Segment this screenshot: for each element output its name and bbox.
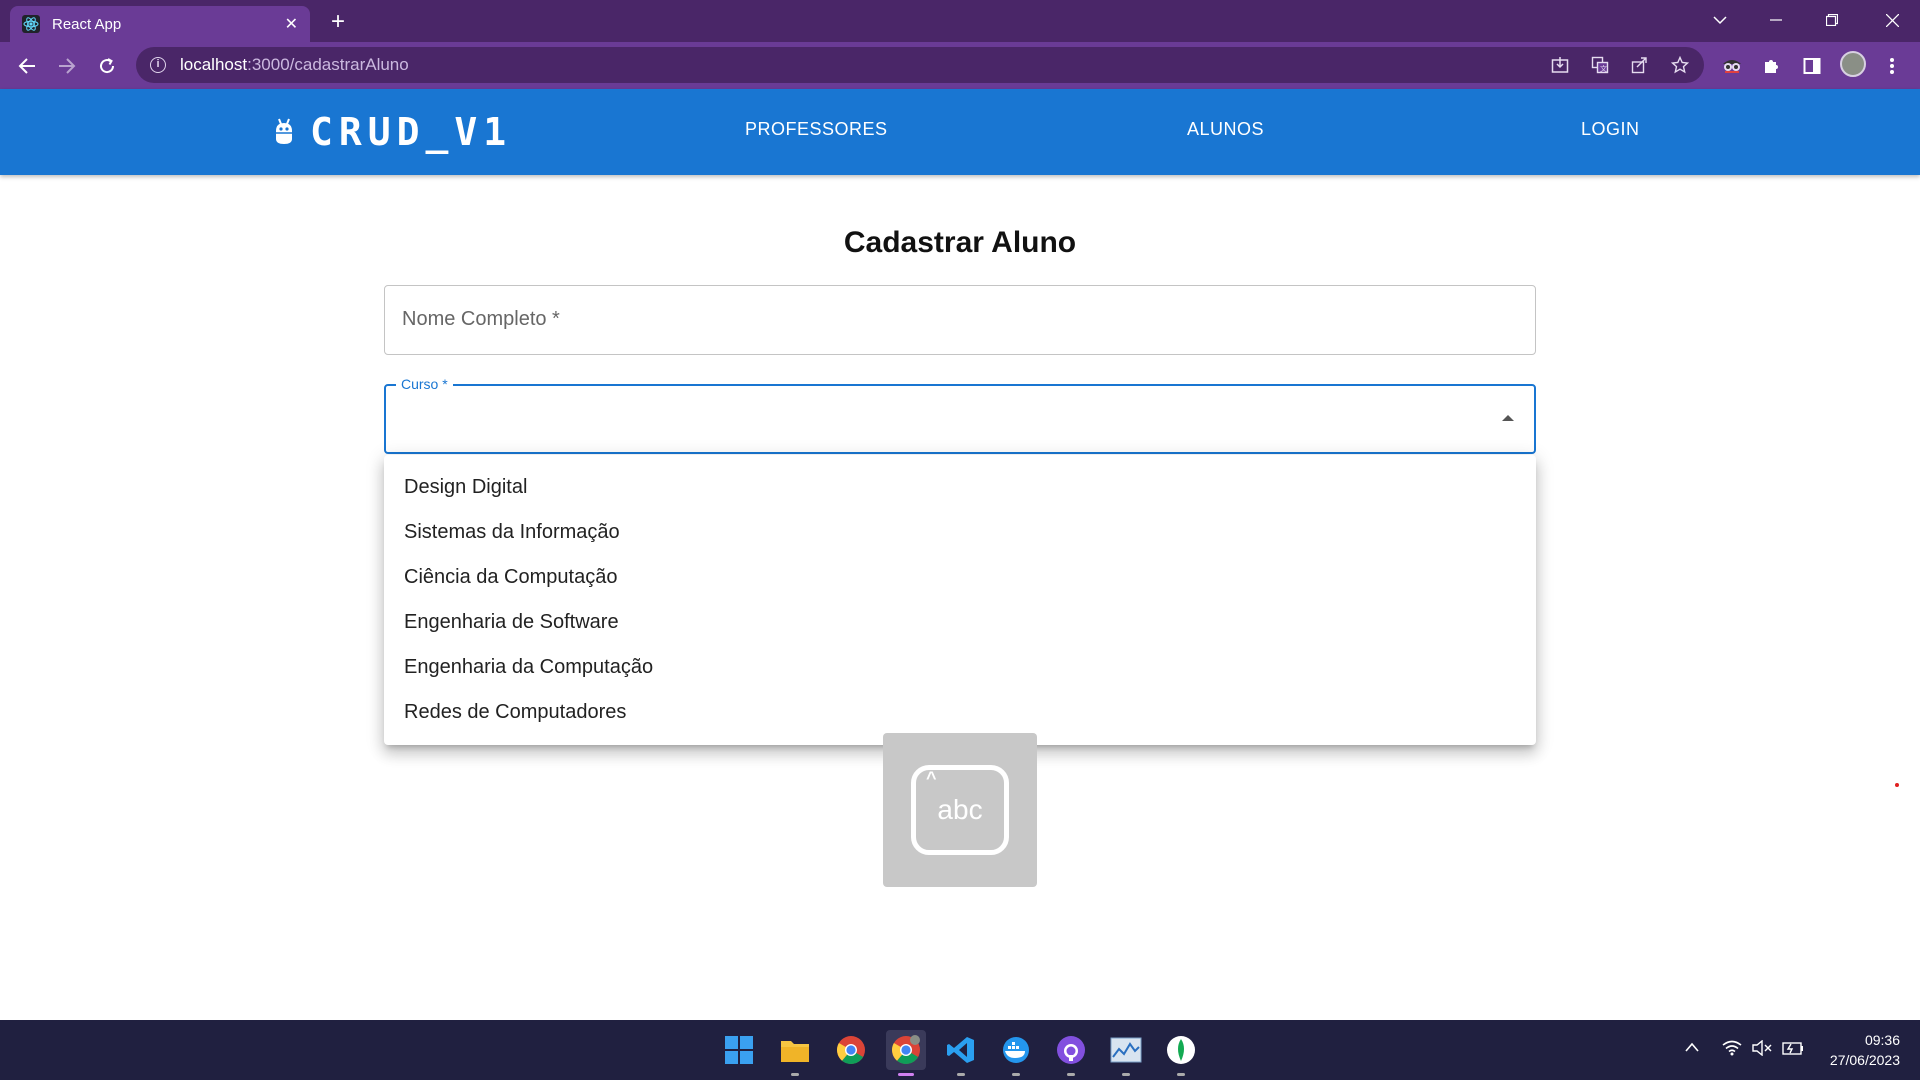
running-indicator bbox=[1067, 1073, 1075, 1076]
tray-expand-icon[interactable] bbox=[1684, 1040, 1700, 1058]
profile-avatar[interactable] bbox=[1840, 51, 1866, 77]
adb-icon bbox=[272, 117, 296, 147]
nav-alunos[interactable]: ALUNOS bbox=[1187, 119, 1264, 140]
extension-spy-icon[interactable] bbox=[1717, 51, 1747, 81]
docker-icon[interactable] bbox=[996, 1030, 1036, 1076]
new-tab-button[interactable]: + bbox=[324, 8, 352, 36]
nome-completo-input[interactable]: Nome Completo * bbox=[384, 285, 1536, 355]
keyboard-key-icon: ^ abc bbox=[911, 765, 1009, 855]
clock-time: 09:36 bbox=[1864, 1032, 1900, 1048]
menu-item[interactable]: Engenharia de Software bbox=[384, 600, 1536, 645]
translate-icon[interactable]: 文 bbox=[1586, 51, 1614, 79]
browser-tab[interactable]: React App ✕ bbox=[10, 6, 310, 42]
nav-professores[interactable]: PROFESSORES bbox=[745, 119, 888, 140]
menu-item[interactable]: Ciência da Computação bbox=[384, 555, 1536, 600]
resource-monitor-icon[interactable] bbox=[1106, 1030, 1146, 1076]
tab-search-icon[interactable] bbox=[1692, 0, 1748, 40]
install-icon[interactable] bbox=[1546, 51, 1574, 79]
curso-options-menu: Design Digital Sistemas da Informação Ci… bbox=[384, 455, 1536, 745]
vscode-icon[interactable] bbox=[941, 1030, 981, 1076]
caret-icon: ^ bbox=[926, 768, 937, 788]
bookmark-star-icon[interactable] bbox=[1666, 51, 1694, 79]
brand-name: CRUD_V1 bbox=[310, 110, 513, 154]
running-indicator bbox=[1122, 1073, 1130, 1076]
side-panel-icon[interactable] bbox=[1797, 51, 1827, 81]
nome-completo-placeholder: Nome Completo * bbox=[402, 308, 560, 330]
nav-login[interactable]: LOGIN bbox=[1581, 119, 1640, 140]
volume-muted-icon[interactable] bbox=[1752, 1039, 1772, 1061]
clock-date: 27/06/2023 bbox=[1829, 1052, 1900, 1068]
browser-tab-bar: React App ✕ + bbox=[0, 0, 1920, 42]
brand[interactable]: CRUD_V1 bbox=[272, 109, 512, 155]
app-header: CRUD_V1 PROFESSORES ALUNOS LOGIN bbox=[0, 89, 1920, 175]
url-host: localhost bbox=[180, 55, 248, 74]
url-path: :3000/cadastrarAluno bbox=[247, 55, 409, 74]
curso-label: Curso * bbox=[396, 376, 453, 392]
svg-text:文: 文 bbox=[1600, 64, 1607, 73]
close-window-icon[interactable] bbox=[1864, 0, 1920, 40]
site-info-icon[interactable]: i bbox=[150, 57, 166, 73]
ime-label: abc bbox=[937, 794, 983, 825]
tab-close-icon[interactable]: ✕ bbox=[285, 14, 298, 34]
file-explorer-icon[interactable] bbox=[775, 1030, 815, 1076]
minimize-icon[interactable] bbox=[1748, 0, 1804, 40]
menu-item[interactable]: Design Digital bbox=[384, 465, 1536, 510]
extensions-puzzle-icon[interactable] bbox=[1757, 51, 1787, 81]
menu-item[interactable]: Sistemas da Informação bbox=[384, 510, 1536, 555]
github-desktop-icon[interactable] bbox=[1051, 1030, 1091, 1076]
page-title: Cadastrar Aluno bbox=[843, 226, 1077, 259]
forward-icon[interactable] bbox=[51, 50, 83, 82]
running-indicator bbox=[1012, 1073, 1020, 1076]
chrome-icon[interactable] bbox=[831, 1030, 871, 1070]
running-indicator bbox=[1177, 1073, 1185, 1076]
more-menu-icon[interactable] bbox=[1877, 51, 1907, 81]
red-dot bbox=[1895, 783, 1899, 787]
reload-icon[interactable] bbox=[91, 50, 123, 82]
windows-start-icon[interactable] bbox=[719, 1030, 759, 1070]
system-clock[interactable]: 09:36 27/06/2023 bbox=[1830, 1030, 1900, 1070]
curso-select[interactable]: Curso * bbox=[384, 376, 1536, 454]
wifi-icon[interactable] bbox=[1722, 1040, 1742, 1061]
running-indicator bbox=[791, 1073, 799, 1076]
share-icon[interactable] bbox=[1626, 51, 1654, 79]
browser-toolbar: i localhost:3000/cadastrarAluno 文 bbox=[0, 42, 1920, 89]
react-icon bbox=[22, 15, 40, 33]
chrome-profile-icon[interactable] bbox=[886, 1030, 926, 1076]
running-indicator bbox=[957, 1073, 965, 1076]
ime-indicator: ^ abc bbox=[883, 733, 1037, 887]
address-bar[interactable]: i localhost:3000/cadastrarAluno 文 bbox=[136, 47, 1704, 83]
running-indicator bbox=[898, 1073, 914, 1076]
back-icon[interactable] bbox=[11, 50, 43, 82]
battery-icon[interactable] bbox=[1782, 1040, 1804, 1061]
menu-item[interactable]: Redes de Computadores bbox=[384, 690, 1536, 735]
restore-icon[interactable] bbox=[1804, 0, 1860, 40]
mongodb-compass-icon[interactable] bbox=[1161, 1030, 1201, 1076]
menu-item[interactable]: Engenharia da Computação bbox=[384, 645, 1536, 690]
caret-up-icon[interactable] bbox=[1502, 415, 1514, 421]
taskbar: 09:36 27/06/2023 bbox=[0, 1020, 1920, 1080]
tab-title: React App bbox=[52, 15, 122, 33]
